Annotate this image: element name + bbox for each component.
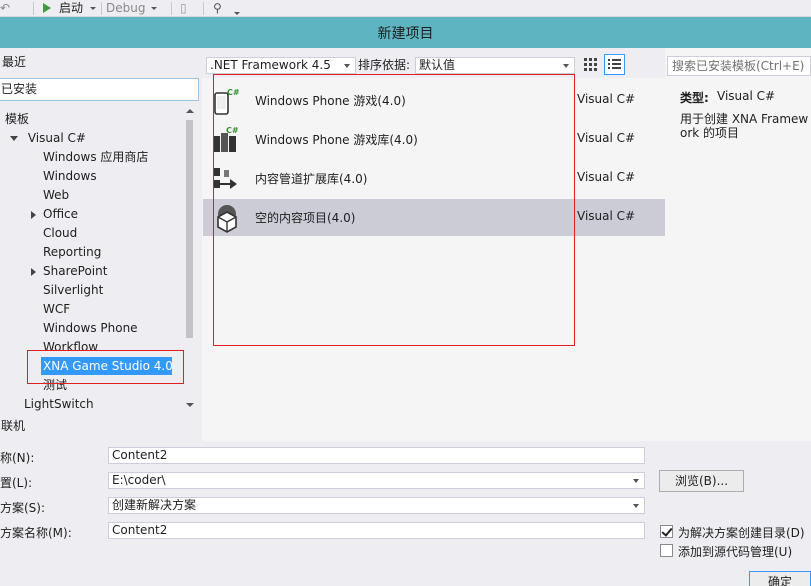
collapse-icon[interactable]	[10, 136, 18, 141]
annotation-box-templates	[213, 74, 575, 346]
tree-item-visual-csharp-label: Visual C#	[27, 131, 86, 145]
tree-item-office[interactable]: Office	[31, 205, 79, 224]
create-directory-checkbox[interactable]	[660, 525, 673, 538]
create-directory-label[interactable]: 为解决方案创建目录(D)	[678, 524, 805, 541]
source-control-label[interactable]: 添加到源代码管理(U)	[678, 543, 792, 560]
template-tree-panel: 最近 已安装 模板 Visual C# Windows 应用商店 Windows W…	[0, 48, 202, 441]
config-dropdown-icon[interactable]	[151, 7, 157, 10]
type-label: 类型:	[680, 91, 709, 105]
template-language: Visual C#	[577, 170, 636, 184]
tree-item-visual-csharp[interactable]: Visual C#	[10, 129, 86, 148]
tree-item-templates[interactable]: 模板	[5, 110, 29, 129]
solution-name-label: 解决方案名称(M):	[0, 526, 72, 540]
tree-item-reporting[interactable]: Reporting	[43, 243, 101, 262]
tree-item-wcf[interactable]: WCF	[43, 300, 70, 319]
location-value: E:\coder\	[112, 473, 166, 487]
expand-icon[interactable]	[31, 268, 36, 276]
template-language: Visual C#	[577, 131, 636, 145]
small-icons-view-icon[interactable]	[583, 57, 597, 71]
tree-item-label: Windows Phone	[43, 321, 138, 335]
template-language: Visual C#	[577, 209, 636, 223]
framework-value: .NET Framework 4.5	[210, 58, 331, 72]
tree-item-online[interactable]: 联机	[1, 417, 25, 436]
location-label: 位置(L):	[0, 476, 33, 490]
tree-item-installed-label: 已安装	[1, 82, 38, 96]
project-settings-panel: 名称(N): Content2 位置(L): E:\coder\ 浏览(B)..…	[0, 441, 811, 586]
dropdown-arrow-icon	[563, 64, 569, 68]
name-label: 名称(N):	[0, 451, 35, 465]
name-input[interactable]: Content2	[108, 447, 645, 464]
type-value: Visual C#	[717, 89, 776, 103]
tree-item-windows[interactable]: Windows 应用商店	[43, 148, 148, 167]
document-icon[interactable]: ▯	[180, 0, 187, 17]
toolbar-separator	[101, 2, 102, 15]
tree-item-lightswitch[interactable]: LightSwitch	[24, 395, 94, 414]
framework-dropdown[interactable]: .NET Framework 4.5	[206, 57, 356, 74]
scrollbar-thumb[interactable]	[186, 120, 193, 338]
template-search-input[interactable]: 搜索已安装模板(Ctrl+E)	[667, 56, 811, 76]
start-icon[interactable]	[43, 3, 51, 13]
tree-item-label: Reporting	[43, 245, 102, 259]
tree-item-web[interactable]: Web	[43, 186, 69, 205]
template-description: 用于创建 XNA Framework 的项目	[680, 112, 809, 140]
solution-value: 创建新解决方案	[112, 498, 197, 512]
tree-item-windows[interactable]: Windows	[43, 167, 97, 186]
sort-dropdown[interactable]: 默认值	[415, 57, 575, 74]
browse-button[interactable]: 浏览(B)...	[659, 470, 744, 492]
scroll-down-icon[interactable]	[186, 403, 194, 407]
toolbar-separator	[171, 2, 172, 15]
start-button[interactable]: 启动	[59, 0, 83, 17]
solution-label: 解决方案(S):	[0, 501, 46, 515]
dropdown-arrow-icon	[633, 479, 639, 483]
scroll-up-icon[interactable]	[186, 109, 194, 113]
tree-item-silverlight[interactable]: Silverlight	[43, 281, 103, 300]
tree-item-label: LightSwitch	[24, 397, 94, 411]
location-input[interactable]: E:\coder\	[108, 472, 645, 489]
tree-item-label: SharePoint	[43, 264, 108, 278]
expand-icon[interactable]	[31, 211, 36, 219]
source-control-checkbox[interactable]	[660, 544, 673, 557]
solution-name-input[interactable]: Content2	[108, 522, 645, 539]
solution-dropdown[interactable]: 创建新解决方案	[108, 497, 645, 514]
tree-item-label: Windows	[43, 169, 97, 183]
annotation-box-category	[27, 350, 184, 384]
tree-item-recent[interactable]: 最近	[2, 53, 26, 72]
tree-item-label: Silverlight	[43, 283, 104, 297]
template-details-panel	[665, 48, 811, 441]
toolbar-separator	[203, 2, 204, 15]
tree-item-label: Cloud	[43, 226, 78, 240]
dropdown-arrow-icon	[633, 504, 639, 508]
tree-item-installed[interactable]: 已安装	[0, 78, 199, 101]
tree-item-label: WCF	[43, 302, 71, 316]
tree-item-cloud[interactable]: Cloud	[43, 224, 77, 243]
toolbar: ↶ 启动 Debug ▯ ⚲	[0, 0, 811, 17]
dropdown-arrow-icon	[344, 64, 350, 68]
tree-item-label: Office	[43, 207, 79, 221]
dialog-title-bar: 新建项目	[0, 17, 811, 48]
ok-button[interactable]: 确定	[749, 571, 811, 586]
dialog-title: 新建项目	[377, 26, 434, 42]
toolbar-separator	[33, 2, 34, 15]
template-language: Visual C#	[577, 92, 636, 106]
sort-label: 排序依据:	[358, 58, 411, 72]
find-dropdown-icon[interactable]	[234, 12, 240, 15]
tree-item-label: Windows 应用商店	[43, 150, 149, 164]
sort-value: 默认值	[419, 58, 456, 72]
tree-item-sharepoint[interactable]: SharePoint	[31, 262, 108, 281]
list-view-icon[interactable]	[604, 54, 625, 75]
find-icon[interactable]: ⚲	[213, 0, 222, 17]
config-dropdown[interactable]: Debug	[106, 0, 145, 17]
tree-item-label: Web	[43, 188, 70, 202]
start-dropdown-icon[interactable]	[90, 7, 96, 10]
undo-icon[interactable]: ↶	[0, 0, 14, 17]
tree-item-windows-phone[interactable]: Windows Phone	[43, 319, 138, 338]
